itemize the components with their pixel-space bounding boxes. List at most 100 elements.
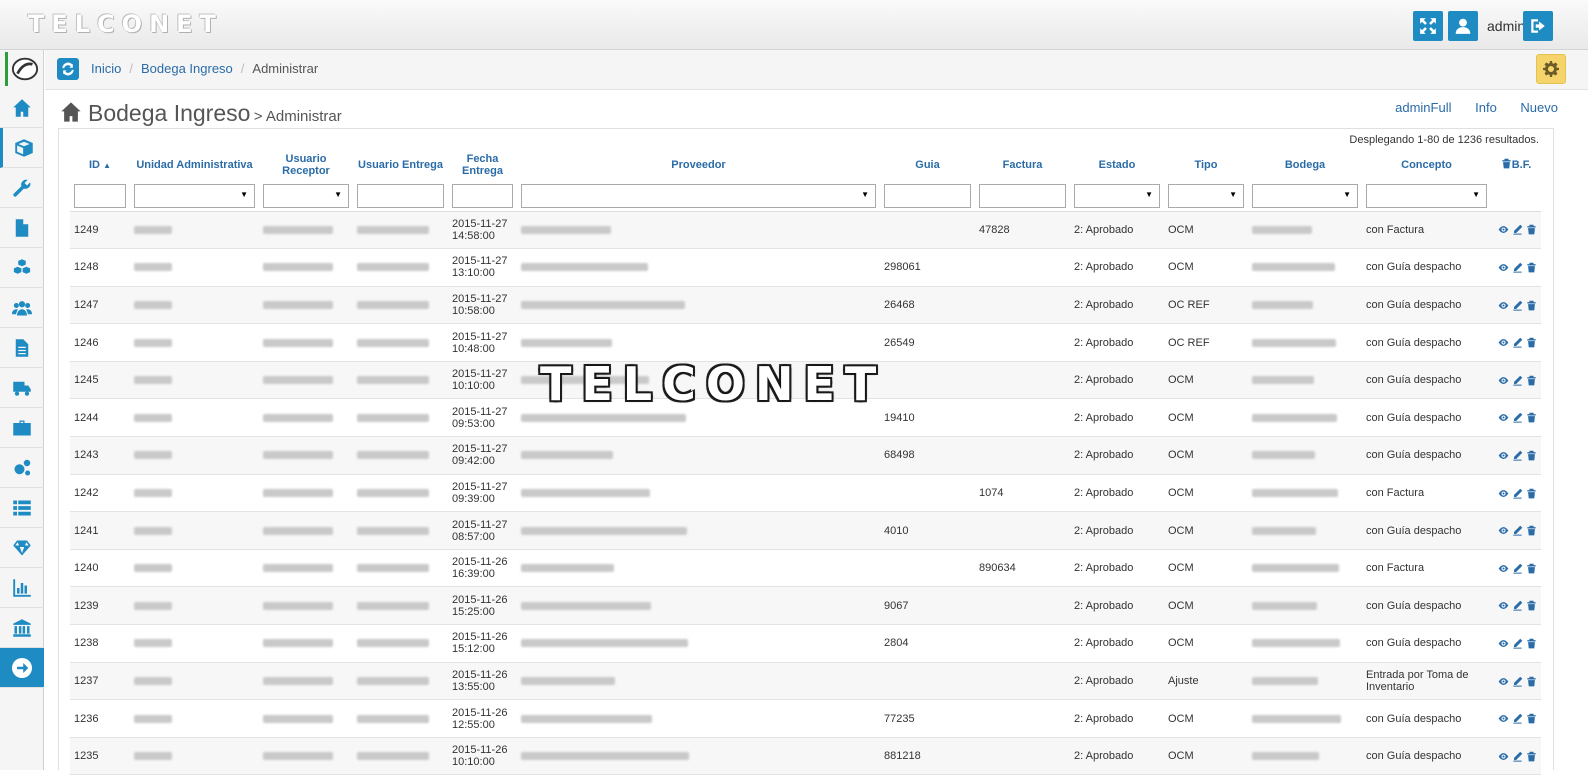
col-unidad-administrativa[interactable]: Unidad Administrativa — [130, 148, 259, 181]
sidebar-item-cube[interactable] — [0, 128, 44, 168]
filter-guia-input[interactable] — [884, 183, 971, 208]
table-row[interactable]: 1235 2015-11-26 10:10:00 881218 2: Aprobado O… — [70, 737, 1541, 775]
view-icon[interactable] — [1498, 600, 1509, 611]
col-tipo[interactable]: Tipo — [1164, 148, 1248, 181]
view-icon[interactable] — [1498, 262, 1509, 273]
settings-button[interactable] — [1536, 54, 1566, 84]
filter-id-input[interactable] — [74, 183, 126, 208]
user-button[interactable] — [1448, 11, 1478, 41]
table-row[interactable]: 1247 2015-11-27 10:58:00 26468 2: Aprobado OC… — [70, 286, 1541, 325]
filter-unidad-select[interactable] — [134, 183, 255, 208]
delete-icon[interactable] — [1526, 751, 1537, 762]
filter-tipo-select[interactable] — [1168, 183, 1244, 208]
table-row[interactable]: 1237 2015-11-26 13:55:00 2: Aprobado Ajuste E… — [70, 662, 1541, 701]
view-icon[interactable] — [1498, 300, 1509, 311]
col-fecha-entrega[interactable]: Fecha Entrega — [448, 148, 517, 181]
col-estado[interactable]: Estado — [1070, 148, 1164, 181]
edit-icon[interactable] — [1512, 488, 1523, 499]
delete-icon[interactable] — [1526, 224, 1537, 235]
edit-icon[interactable] — [1512, 563, 1523, 574]
edit-icon[interactable] — [1512, 638, 1523, 649]
table-row[interactable]: 1241 2015-11-27 08:57:00 4010 2: Aprobado OCM… — [70, 511, 1541, 550]
sidebar-item-document[interactable] — [0, 328, 44, 368]
view-icon[interactable] — [1498, 676, 1509, 687]
edit-icon[interactable] — [1512, 224, 1523, 236]
edit-icon[interactable] — [1512, 375, 1523, 386]
col-guia[interactable]: Guia — [880, 148, 975, 181]
nuevo-link[interactable]: Nuevo — [1520, 100, 1558, 115]
view-icon[interactable] — [1498, 713, 1509, 724]
filter-fecha-input[interactable] — [452, 183, 513, 208]
breadcrumb-bodega-ingreso[interactable]: Bodega Ingreso — [141, 61, 233, 76]
table-row[interactable]: 1238 2015-11-26 15:12:00 2804 2: Aprobado OCM… — [70, 624, 1541, 663]
col-bf[interactable]: B.F. — [1491, 148, 1541, 181]
view-icon[interactable] — [1498, 450, 1509, 461]
sidebar-item-truck[interactable] — [0, 368, 44, 408]
edit-icon[interactable] — [1512, 262, 1523, 273]
sidebar-item-settings[interactable] — [0, 448, 44, 488]
table-row[interactable]: 1249 2015-11-27 14:58:00 47828 2: Aprobado OC… — [70, 211, 1541, 250]
col-usuario-receptor[interactable]: Usuario Receptor — [259, 148, 353, 181]
view-icon[interactable] — [1498, 563, 1509, 574]
edit-icon[interactable] — [1512, 337, 1523, 348]
sidebar-item-bank[interactable] — [0, 608, 44, 648]
col-usuario-entrega[interactable]: Usuario Entrega — [353, 148, 448, 181]
edit-icon[interactable] — [1512, 713, 1523, 724]
delete-icon[interactable] — [1526, 600, 1537, 611]
delete-icon[interactable] — [1526, 450, 1537, 461]
table-row[interactable]: 1246 2015-11-27 10:48:00 26549 2: Aprobado OC… — [70, 323, 1541, 362]
col-proveedor[interactable]: Proveedor — [517, 148, 880, 181]
edit-icon[interactable] — [1512, 525, 1523, 536]
col-bodega[interactable]: Bodega — [1248, 148, 1362, 181]
delete-icon[interactable] — [1526, 375, 1537, 386]
delete-icon[interactable] — [1526, 676, 1537, 687]
table-row[interactable]: 1248 2015-11-27 13:10:00 298061 2: Aprobado O… — [70, 248, 1541, 287]
info-link[interactable]: Info — [1475, 100, 1497, 115]
sidebar-collapse-button[interactable] — [0, 648, 44, 688]
table-row[interactable]: 1242 2015-11-27 09:39:00 1074 2: Aprobado OCM… — [70, 474, 1541, 513]
edit-icon[interactable] — [1512, 751, 1523, 762]
edit-icon[interactable] — [1512, 600, 1523, 611]
delete-icon[interactable] — [1526, 262, 1537, 273]
breadcrumb-inicio[interactable]: Inicio — [91, 61, 121, 76]
view-icon[interactable] — [1498, 638, 1509, 649]
edit-icon[interactable] — [1512, 412, 1523, 424]
edit-icon[interactable] — [1512, 450, 1523, 461]
view-icon[interactable] — [1498, 224, 1509, 235]
delete-icon[interactable] — [1526, 300, 1537, 311]
table-row[interactable]: 1236 2015-11-26 12:55:00 77235 2: Aprobado OC… — [70, 699, 1541, 738]
refresh-button[interactable] — [57, 58, 79, 80]
view-icon[interactable] — [1498, 751, 1509, 762]
sidebar-item-file[interactable] — [0, 208, 44, 248]
col-factura[interactable]: Factura — [975, 148, 1070, 181]
col-id[interactable]: ID ▲ — [70, 148, 130, 181]
filter-proveedor-select[interactable] — [521, 183, 876, 208]
filter-concepto-select[interactable] — [1366, 183, 1487, 208]
sidebar-item-users[interactable] — [0, 288, 44, 328]
fullscreen-button[interactable] — [1413, 11, 1443, 41]
delete-icon[interactable] — [1526, 563, 1537, 574]
sidebar-item-list[interactable] — [0, 488, 44, 528]
delete-icon[interactable] — [1526, 713, 1537, 724]
view-icon[interactable] — [1498, 375, 1509, 386]
view-icon[interactable] — [1498, 525, 1509, 536]
filter-bodega-select[interactable] — [1252, 183, 1358, 208]
delete-icon[interactable] — [1526, 412, 1537, 423]
filter-estado-select[interactable] — [1074, 183, 1160, 208]
sidebar-item-reports[interactable] — [0, 568, 44, 608]
sidebar-item-cubes[interactable] — [0, 248, 44, 288]
edit-icon[interactable] — [1512, 300, 1523, 311]
delete-icon[interactable] — [1526, 525, 1537, 536]
view-icon[interactable] — [1498, 412, 1509, 423]
adminfull-link[interactable]: adminFull — [1395, 100, 1451, 115]
view-icon[interactable] — [1498, 488, 1509, 499]
delete-icon[interactable] — [1526, 488, 1537, 499]
filter-receptor-select[interactable] — [263, 183, 349, 208]
col-concepto[interactable]: Concepto — [1362, 148, 1491, 181]
delete-icon[interactable] — [1526, 337, 1537, 348]
table-row[interactable]: 1239 2015-11-26 15:25:00 9067 2: Aprobado OCM… — [70, 586, 1541, 626]
sidebar-item-briefcase[interactable] — [0, 408, 44, 448]
sidebar-item-diamond[interactable] — [0, 528, 44, 568]
delete-icon[interactable] — [1526, 638, 1537, 649]
view-icon[interactable] — [1498, 337, 1509, 348]
